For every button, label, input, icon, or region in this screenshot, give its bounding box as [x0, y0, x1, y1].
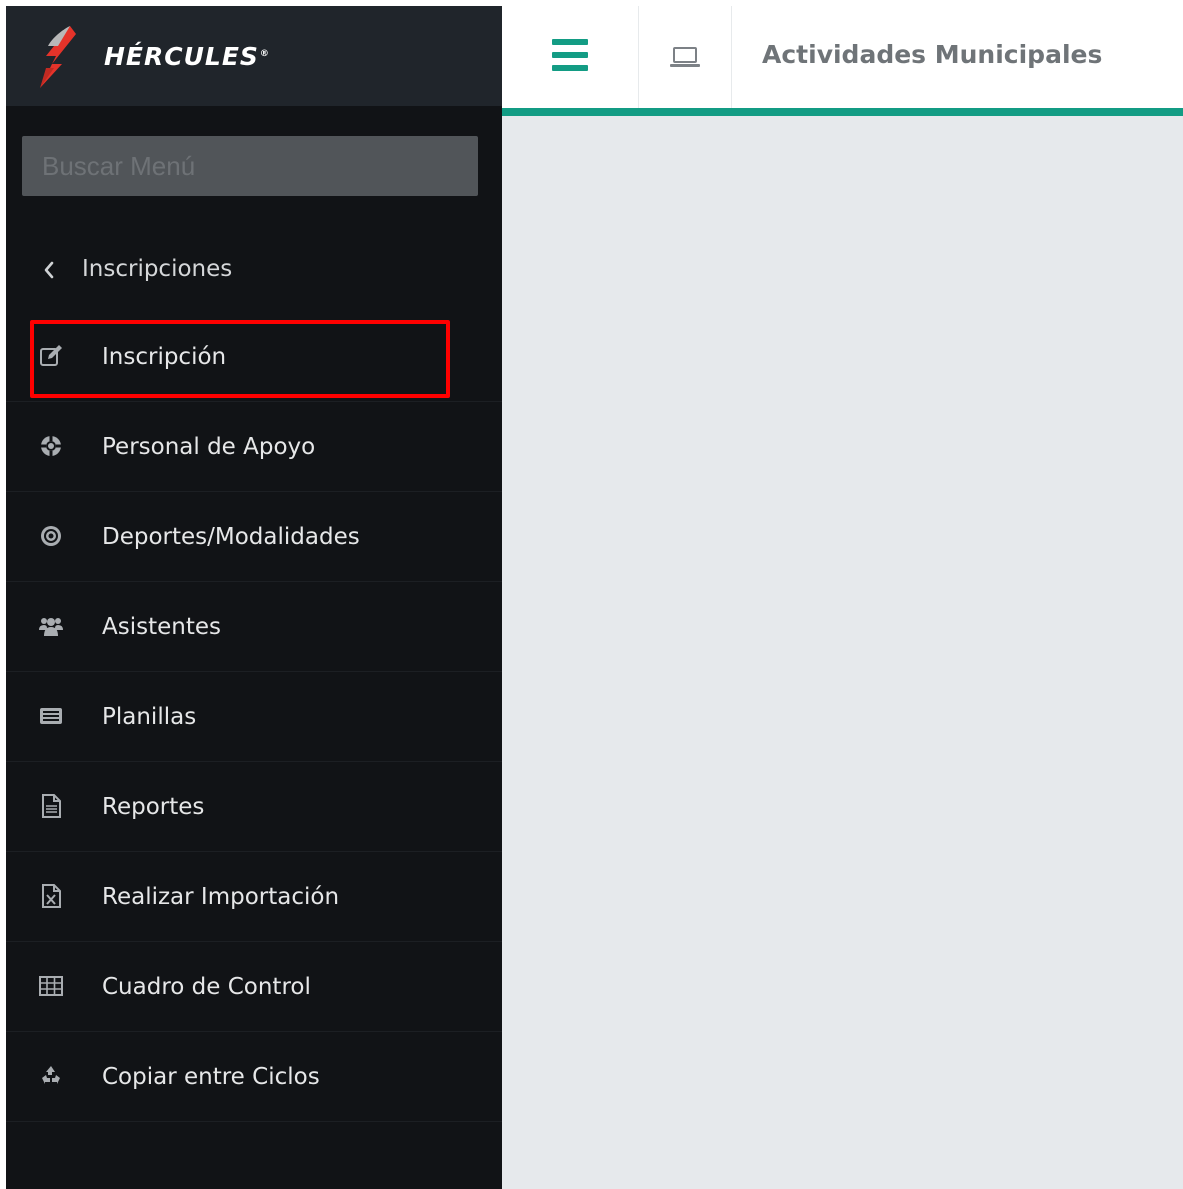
registered-mark: ®: [259, 48, 270, 59]
chevron-left-icon: [44, 261, 54, 279]
topbar-accent-line: [502, 108, 1183, 116]
hercules-logo-icon: [40, 26, 76, 88]
target-icon: [41, 526, 61, 546]
app-root: HÉRCULES® Inscripciones Inscripción: [6, 6, 1183, 1189]
sidebar-item-label: Cuadro de Control: [102, 974, 311, 1000]
brand-header[interactable]: HÉRCULES®: [6, 6, 502, 106]
sidebar-item-copiar-entre-ciclos[interactable]: Copiar entre Ciclos: [6, 1032, 502, 1122]
sidebar: HÉRCULES® Inscripciones Inscripción: [6, 6, 502, 1189]
sidebar-item-label: Reportes: [102, 794, 205, 820]
sidebar-item-label: Personal de Apoyo: [102, 434, 316, 460]
hamburger-icon: [552, 39, 588, 71]
menu-toggle-button[interactable]: [502, 6, 638, 108]
table-icon: [39, 976, 63, 996]
list-alt-icon: [40, 708, 62, 724]
main-content: [502, 116, 1183, 1189]
sidebar-item-label: Copiar entre Ciclos: [102, 1064, 320, 1090]
laptop-button[interactable]: [639, 6, 731, 108]
sidebar-item-asistentes[interactable]: Asistentes: [6, 582, 502, 672]
sidebar-item-deportes-modalidades[interactable]: Deportes/Modalidades: [6, 492, 502, 582]
top-bar: Actividades Municipales: [502, 6, 1183, 108]
sidebar-item-label: Inscripción: [102, 344, 227, 370]
sidebar-item-planillas[interactable]: Planillas: [6, 672, 502, 762]
recycle-icon: [42, 1066, 60, 1084]
sidebar-item-cuadro-de-control[interactable]: Cuadro de Control: [6, 942, 502, 1032]
sidebar-menu: Inscripción Personal de Apoyo Deportes/M…: [6, 312, 502, 1122]
breadcrumb-label: Inscripciones: [82, 256, 233, 282]
sidebar-item-realizar-importacion[interactable]: Realizar Importación: [6, 852, 502, 942]
brand-name: HÉRCULES®: [104, 42, 270, 71]
sidebar-item-label: Realizar Importación: [102, 884, 340, 910]
search-box: [22, 136, 478, 196]
edit-icon: [40, 345, 62, 366]
menu-back-inscripciones[interactable]: Inscripciones: [6, 238, 502, 302]
sidebar-item-label: Asistentes: [102, 614, 221, 640]
sidebar-item-personal-de-apoyo[interactable]: Personal de Apoyo: [6, 402, 502, 492]
page-title: Actividades Municipales: [762, 40, 1103, 69]
sidebar-item-label: Planillas: [102, 704, 197, 730]
file-excel-icon: [42, 884, 61, 908]
file-text-icon: [42, 794, 61, 818]
sidebar-item-label: Deportes/Modalidades: [102, 524, 360, 550]
users-icon: [39, 618, 63, 636]
laptop-icon: [670, 47, 700, 67]
sidebar-item-reportes[interactable]: Reportes: [6, 762, 502, 852]
topbar-divider: [731, 6, 732, 108]
sidebar-item-inscripcion[interactable]: Inscripción: [6, 312, 502, 402]
search-menu-input[interactable]: [22, 136, 478, 196]
life-ring-icon: [41, 436, 61, 456]
